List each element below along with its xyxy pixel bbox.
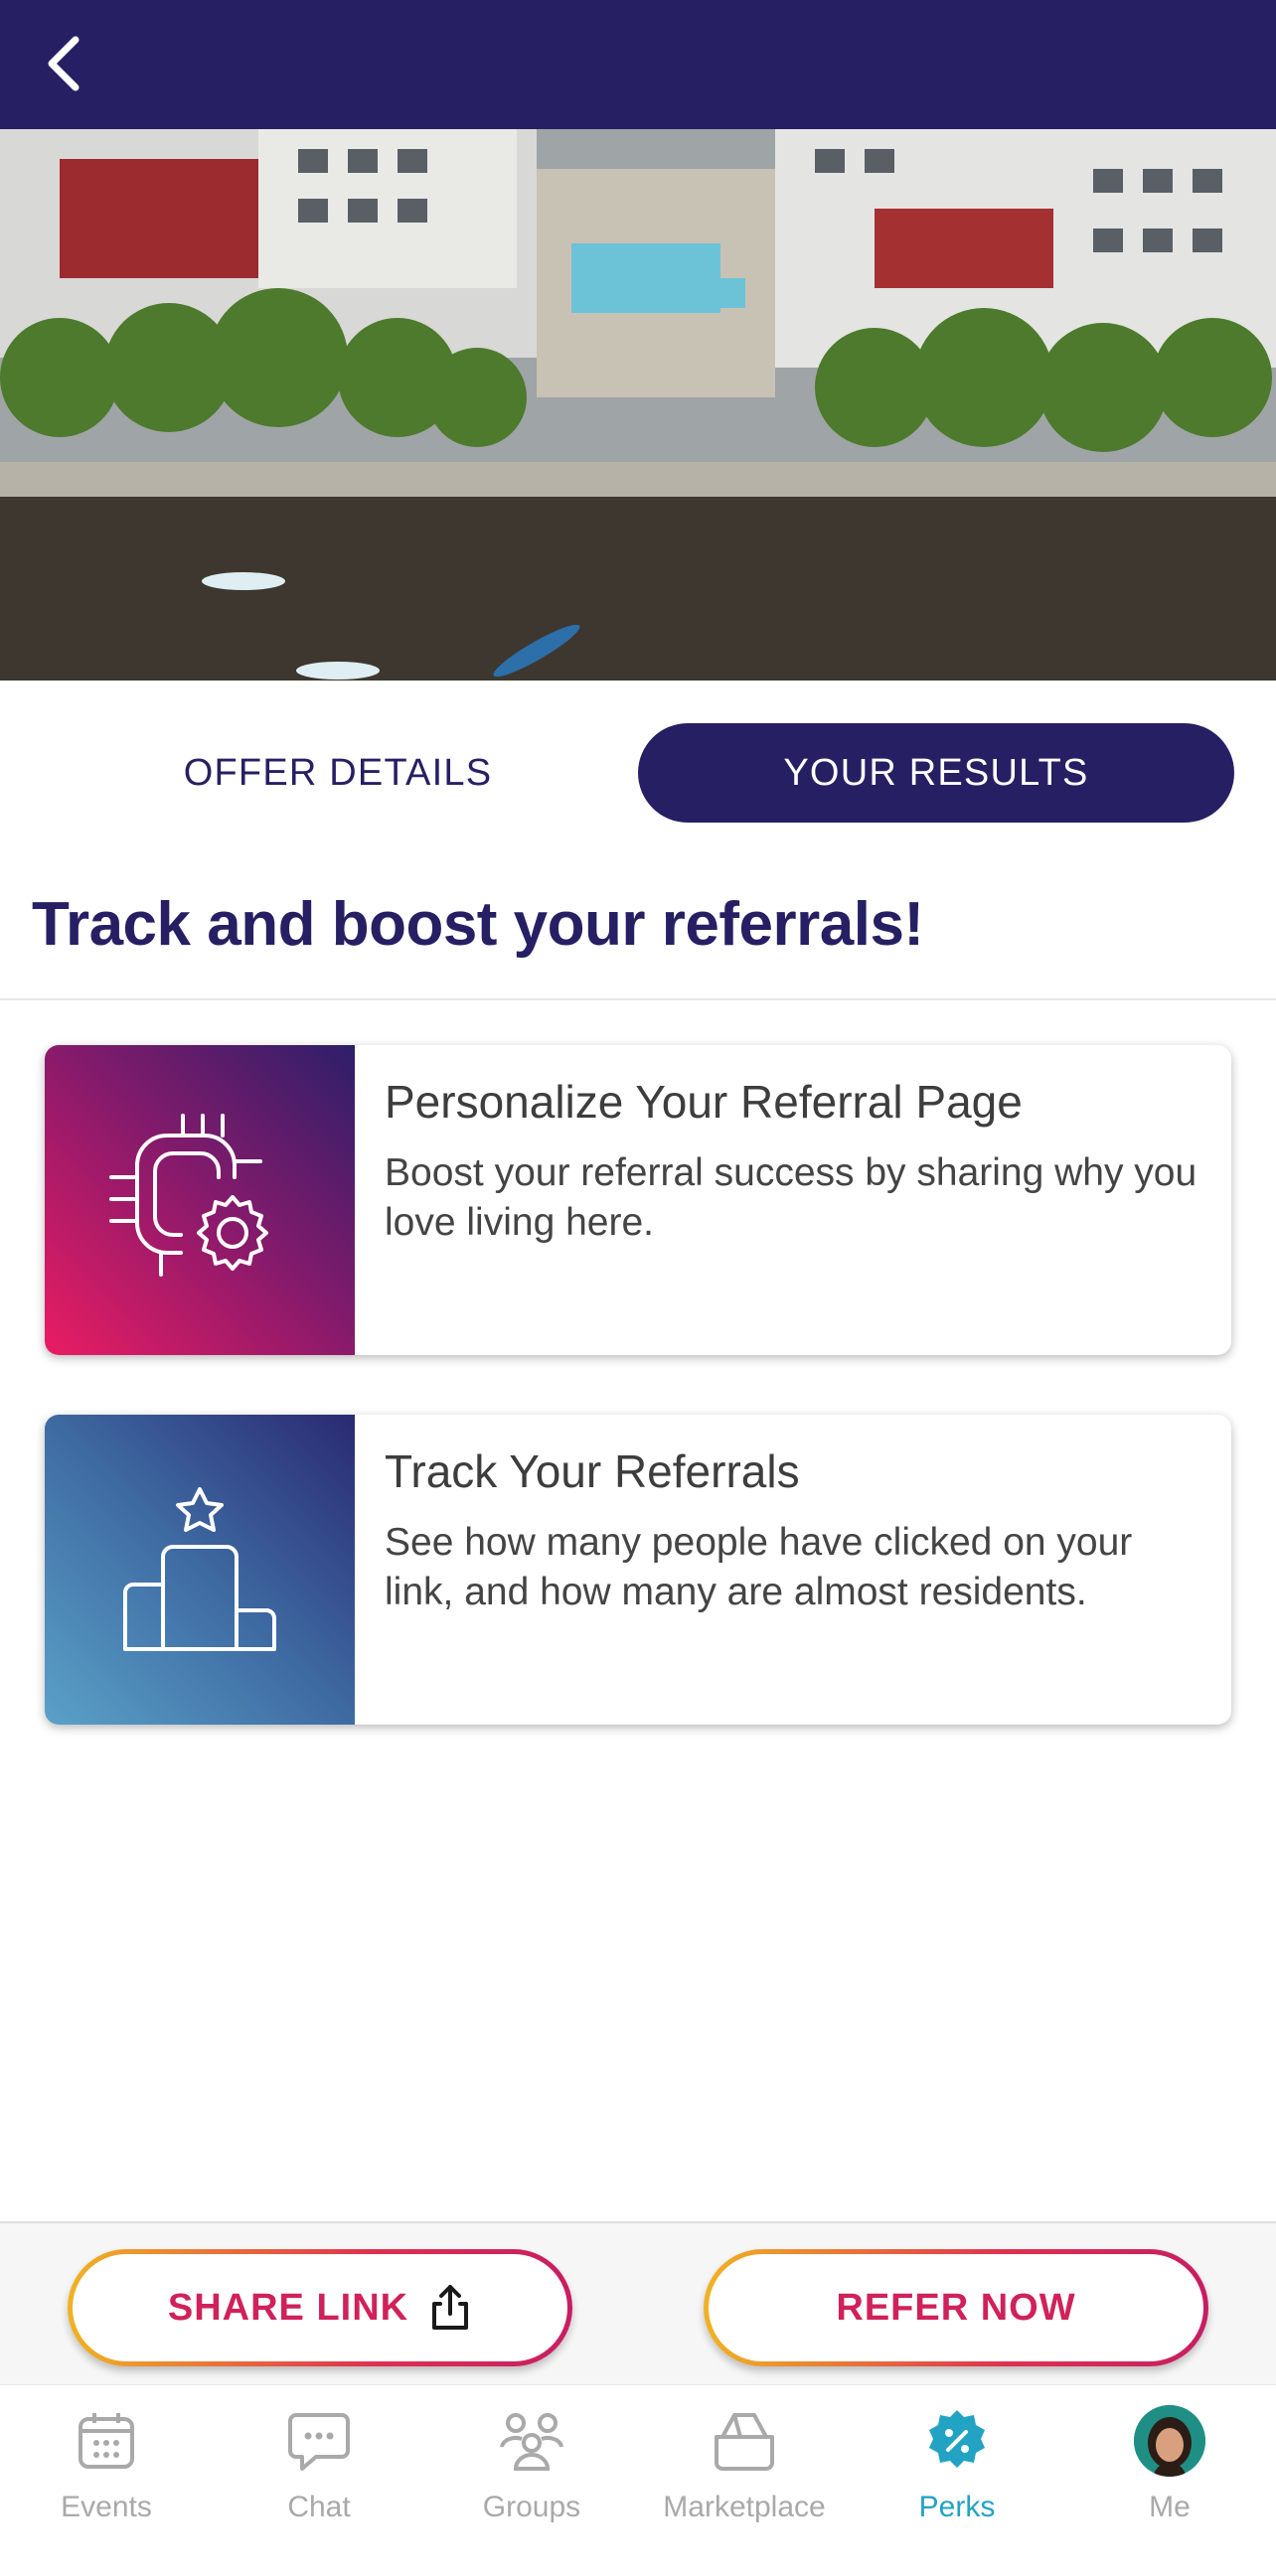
groups-icon: [500, 2413, 563, 2471]
hero-image: [0, 129, 1276, 681]
nav-label: Groups: [482, 2491, 581, 2523]
tab-offer-details[interactable]: OFFER DETAILS: [30, 723, 646, 823]
nav-groups[interactable]: Groups: [425, 2403, 638, 2552]
nav-label: Chat: [287, 2491, 351, 2523]
action-bar: SHARE LINK REFER NOW: [0, 2221, 1276, 2384]
bottom-nav: Events Chat Groups Marketplace Perks Me: [0, 2384, 1276, 2576]
nav-perks[interactable]: Perks: [851, 2403, 1063, 2552]
nav-label: Events: [61, 2491, 152, 2523]
nav-label: Me: [1149, 2491, 1191, 2523]
page-title: Track and boost your referrals!: [32, 890, 924, 959]
chat-bubble-icon: [288, 2413, 350, 2471]
personalize-referral-card[interactable]: Personalize Your Referral Page Boost you…: [45, 1045, 1231, 1355]
card-title: Personalize Your Referral Page: [385, 1076, 1023, 1128]
podium-star-icon: [123, 1487, 276, 1651]
track-referrals-card[interactable]: Track Your Referrals See how many people…: [45, 1415, 1231, 1725]
nav-chat[interactable]: Chat: [213, 2403, 425, 2552]
perks-badge-icon: [929, 2410, 985, 2468]
nav-events[interactable]: Events: [0, 2403, 213, 2552]
avatar: [1134, 2405, 1205, 2477]
card-description: Boost your referral success by sharing w…: [385, 1151, 1197, 1244]
card-art: [45, 1045, 355, 1355]
refer-now-label: REFER NOW: [836, 2286, 1076, 2329]
nav-label: Marketplace: [663, 2491, 826, 2523]
tab-your-results[interactable]: YOUR RESULTS: [638, 723, 1234, 823]
refer-now-button[interactable]: REFER NOW: [704, 2249, 1208, 2366]
personalize-gear-icon: [109, 1114, 268, 1277]
share-icon: [432, 2285, 469, 2330]
nav-me[interactable]: Me: [1063, 2403, 1276, 2552]
nav-label: Perks: [918, 2491, 996, 2523]
calendar-icon: [79, 2413, 134, 2469]
card-title: Track Your Referrals: [385, 1445, 800, 1497]
share-link-label: SHARE LINK: [167, 2286, 409, 2329]
card-description: See how many people have clicked on your…: [385, 1521, 1133, 1613]
marketplace-bag-icon: [715, 2413, 774, 2471]
back-button[interactable]: [28, 28, 99, 99]
divider: [0, 998, 1276, 1000]
top-app-bar: [0, 0, 1276, 129]
share-link-button[interactable]: SHARE LINK: [68, 2249, 572, 2366]
segment-tabs: OFFER DETAILS YOUR RESULTS: [0, 723, 1276, 823]
nav-marketplace[interactable]: Marketplace: [638, 2403, 851, 2552]
card-art: [45, 1415, 355, 1725]
chevron-left-icon: [48, 36, 80, 91]
